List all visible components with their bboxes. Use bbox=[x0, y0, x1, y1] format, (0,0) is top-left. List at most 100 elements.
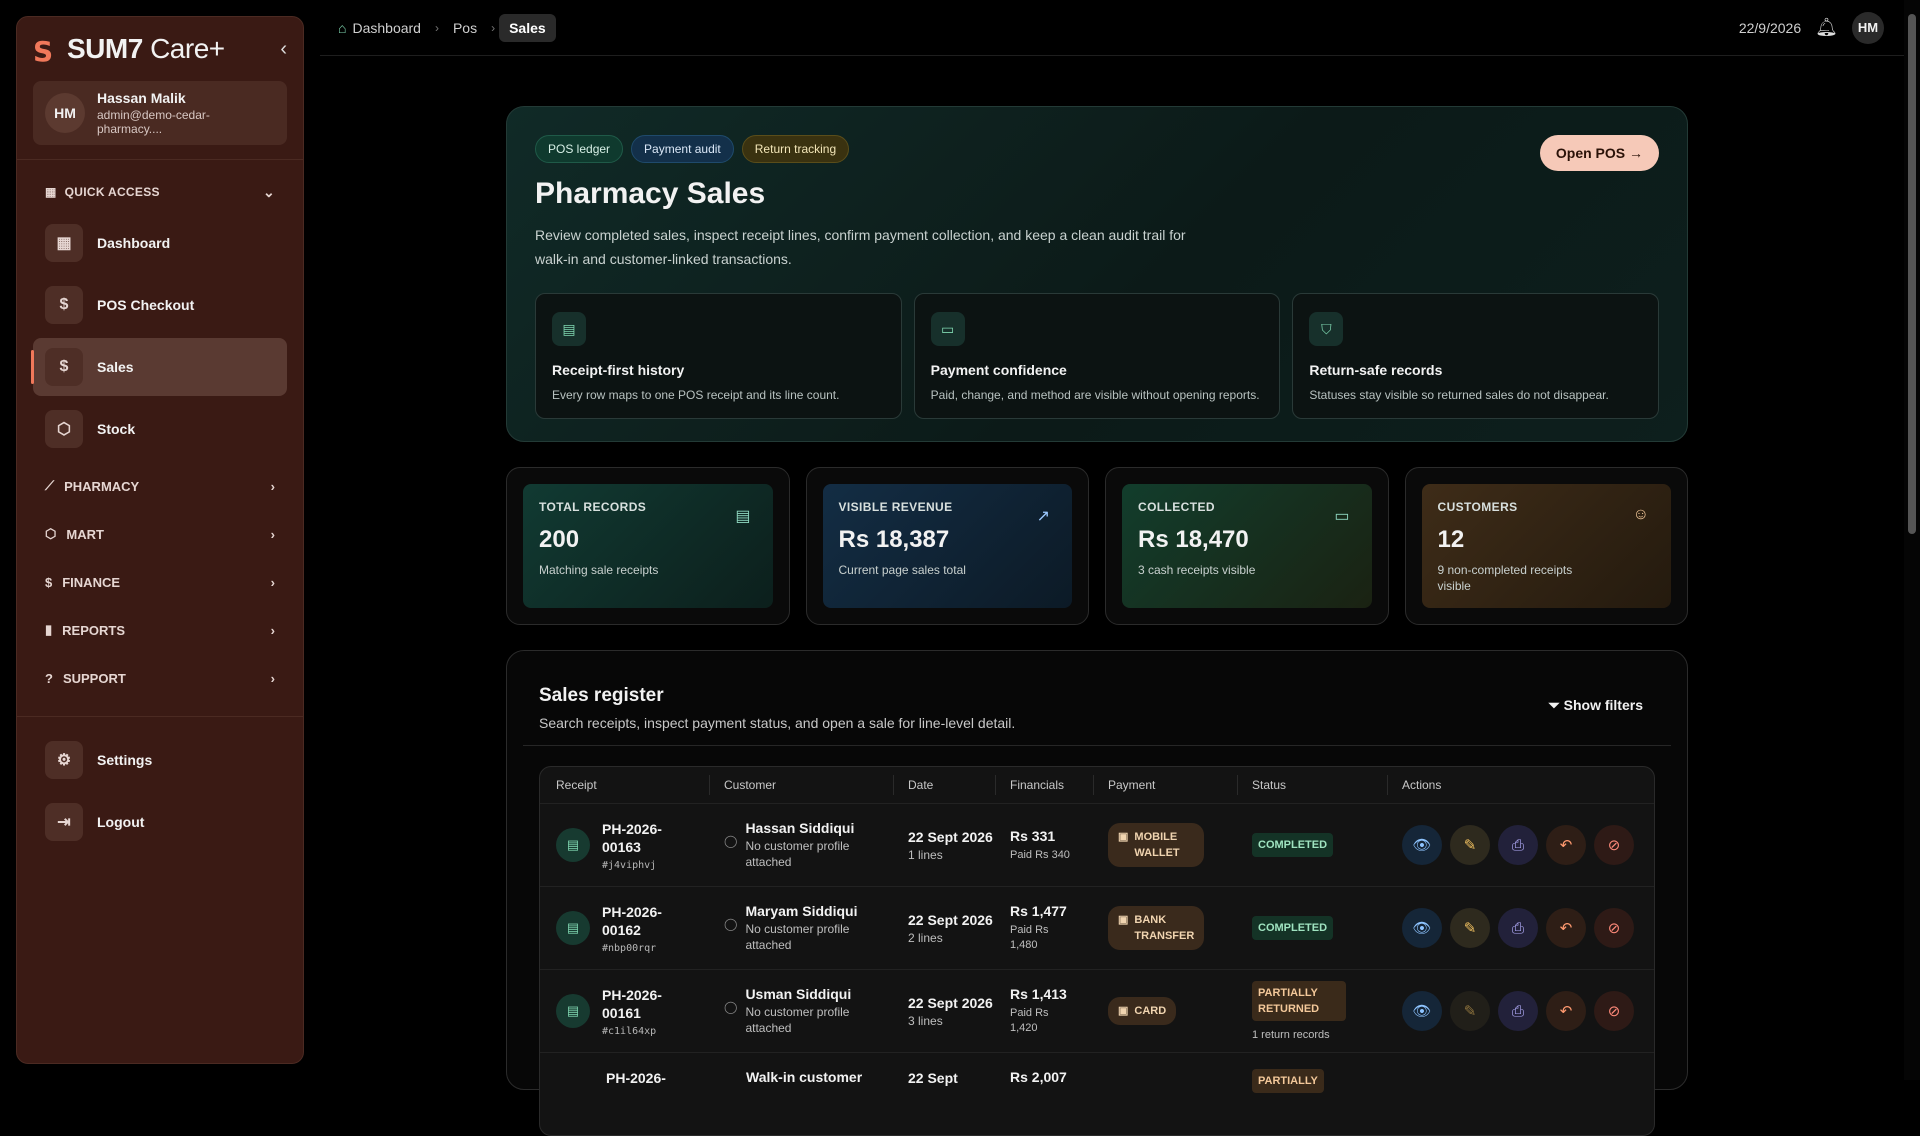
current-date: 22/9/2026 bbox=[1738, 19, 1802, 36]
feature-card: ⛉ Return-safe records Statuses stay visi… bbox=[1292, 293, 1660, 419]
column-header-status[interactable]: Status bbox=[1238, 775, 1388, 795]
edit-button[interactable]: ✎ bbox=[1450, 991, 1490, 1031]
group-label: SUPPORT bbox=[62, 670, 126, 686]
brand-name: SUM7 Care+ bbox=[67, 33, 225, 65]
sidebar-item-sales[interactable]: $ Sales bbox=[31, 338, 287, 396]
stat-sub: Current page sales total bbox=[838, 563, 966, 577]
feature-desc: Paid, change, and method are visible wit… bbox=[930, 388, 1260, 402]
chevron-right-icon: › bbox=[491, 20, 496, 35]
column-header-payment[interactable]: Payment bbox=[1094, 775, 1238, 795]
stats-row: TOTAL RECORDS 200 Matching sale receipts… bbox=[506, 467, 1688, 625]
avatar[interactable]: HM bbox=[1852, 11, 1884, 44]
view-button[interactable]: 👁︎ bbox=[1402, 991, 1442, 1031]
sidebar-group-finance[interactable]: $ FINANCE › bbox=[17, 558, 303, 606]
edit-button[interactable]: ✎ bbox=[1450, 825, 1490, 865]
page-scrollbar[interactable] bbox=[1904, 0, 1920, 1080]
sidebar-group-support[interactable]: ? SUPPORT › bbox=[17, 654, 303, 702]
bar-chart-icon: ▮ bbox=[45, 622, 53, 637]
column-header-actions: Actions bbox=[1402, 778, 1442, 792]
sidebar-item-settings[interactable]: ⚙ Settings bbox=[33, 731, 287, 789]
wallet-icon: ▣ bbox=[1118, 831, 1129, 843]
user-icon: ◯ bbox=[724, 1000, 738, 1014]
void-button[interactable]: ⊘ bbox=[1594, 825, 1634, 865]
column-header-customer[interactable]: Customer bbox=[710, 775, 894, 795]
sidebar-item-dashboard[interactable]: ▦ Dashboard bbox=[33, 214, 287, 272]
home-icon: ⌂ bbox=[338, 19, 347, 36]
stat-card-total-records: TOTAL RECORDS 200 Matching sale receipts… bbox=[506, 467, 790, 625]
quick-access-label: QUICK ACCESS bbox=[64, 185, 160, 199]
arrow-right-icon: → bbox=[1629, 145, 1643, 161]
stat-card-customers: CUSTOMERS 12 9 non-completed receipts vi… bbox=[1404, 467, 1688, 625]
payment-method: MOBILE WALLET bbox=[1134, 831, 1180, 859]
customer-sub: No customer profile attached bbox=[745, 922, 850, 952]
view-button[interactable]: 👁︎ bbox=[1402, 908, 1442, 948]
return-button[interactable]: ↶ bbox=[1546, 991, 1586, 1031]
void-button[interactable]: ⊘ bbox=[1594, 908, 1634, 948]
receipt-number[interactable]: PH-2026- bbox=[606, 1069, 686, 1087]
feature-desc: Statuses stay visible so returned sales … bbox=[1309, 388, 1609, 402]
banknote-icon: ▭ bbox=[1334, 508, 1350, 525]
payment-method-badge: ▣ BANK TRANSFER bbox=[1108, 906, 1205, 950]
user-icon: ◯ bbox=[724, 917, 738, 931]
print-button[interactable]: ⎙ bbox=[1498, 825, 1538, 865]
return-button[interactable]: ↶ bbox=[1546, 825, 1586, 865]
register-subtitle: Search receipts, inspect payment status,… bbox=[539, 715, 1016, 731]
stat-card-visible-revenue: VISIBLE REVENUE Rs 18,387 Current page s… bbox=[805, 467, 1089, 625]
show-filters-label: Show filters bbox=[1563, 697, 1643, 713]
filter-icon: ⏷ bbox=[1548, 697, 1564, 713]
column-header-financials[interactable]: Financials bbox=[996, 775, 1094, 795]
line-count: 3 lines bbox=[908, 1014, 943, 1028]
table-row[interactable]: ▤ PH-2026-00161 #c1il64xp ◯ Usman Siddiqui… bbox=[540, 969, 1654, 1052]
sidebar-item-stock[interactable]: ⬡ Stock bbox=[33, 400, 287, 458]
column-header-date[interactable]: Date bbox=[894, 775, 996, 795]
receipt-number[interactable]: PH-2026-00161 bbox=[602, 986, 682, 1022]
scrollbar-thumb[interactable] bbox=[1908, 14, 1916, 534]
customer-name: Walk-in customer bbox=[746, 1069, 863, 1085]
show-filters-button[interactable]: ⏷ Show filters bbox=[1549, 697, 1643, 714]
receipt-number[interactable]: PH-2026-00162 bbox=[602, 903, 682, 939]
stat-value: 200 bbox=[539, 526, 580, 553]
payment-method: BANK TRANSFER bbox=[1134, 914, 1195, 942]
avatar: HM bbox=[45, 93, 85, 133]
sidebar-item-logout[interactable]: ⇥ Logout bbox=[33, 793, 287, 851]
user-email: admin@demo-cedar-pharmacy.... bbox=[97, 108, 210, 136]
bell-icon[interactable]: 🔔︎ bbox=[1815, 17, 1838, 38]
receipt-number[interactable]: PH-2026-00163 bbox=[602, 820, 682, 856]
stat-label: COLLECTED bbox=[1138, 500, 1215, 514]
stat-value: Rs 18,387 bbox=[838, 526, 950, 553]
sidebar-item-pos-checkout[interactable]: $ POS Checkout bbox=[33, 276, 287, 334]
void-button[interactable]: ⊘ bbox=[1594, 991, 1634, 1031]
return-button[interactable]: ↶ bbox=[1546, 908, 1586, 948]
table-row[interactable]: ▤ PH-2026-00162 #nbp00rqr ◯ Maryam Siddiqu… bbox=[540, 886, 1654, 969]
sidebar-group-mart[interactable]: ⬡ MART › bbox=[17, 510, 303, 558]
table-row[interactable]: PH-2026- Walk-in customer 22 Sept Rs 2,0… bbox=[540, 1052, 1654, 1135]
sales-table: Receipt Customer Date Financials Payment… bbox=[539, 766, 1655, 1136]
print-button[interactable]: ⎙ bbox=[1498, 908, 1538, 948]
sidebar-group-pharmacy[interactable]: ⟋ PHARMACY › bbox=[17, 462, 303, 510]
open-pos-button[interactable]: Open POS → bbox=[1539, 135, 1659, 171]
sidebar-item-label: Stock bbox=[97, 421, 136, 437]
customer-sub: No customer profile attached bbox=[745, 839, 850, 869]
stat-value: Rs 18,470 bbox=[1138, 526, 1249, 553]
sale-amount: Rs 1,477 bbox=[1010, 903, 1067, 919]
sidebar-group-reports[interactable]: ▮ REPORTS › bbox=[17, 606, 303, 654]
edit-button[interactable]: ✎ bbox=[1450, 908, 1490, 948]
print-button[interactable]: ⎙ bbox=[1498, 991, 1538, 1031]
column-header-receipt[interactable]: Receipt bbox=[540, 775, 710, 795]
table-row[interactable]: ▤ PH-2026-00163 #j4viphvj ◯ Hassan Siddiqu… bbox=[540, 803, 1654, 886]
paid-amount: Paid Rs 340 bbox=[1010, 848, 1070, 861]
breadcrumb-pos[interactable]: Pos bbox=[443, 14, 487, 42]
collapse-sidebar-chevron-icon[interactable]: ‹ bbox=[280, 38, 287, 61]
feature-title: Return-safe records bbox=[1309, 362, 1443, 378]
payment-method: CARD bbox=[1134, 1005, 1167, 1017]
feature-card: ▤ Receipt-first history Every row maps t… bbox=[535, 293, 902, 419]
breadcrumb-dashboard[interactable]: ⌂ Dashboard bbox=[328, 14, 431, 42]
stat-label: VISIBLE REVENUE bbox=[838, 500, 953, 514]
sales-register: Sales register Search receipts, inspect … bbox=[506, 650, 1688, 1136]
chevron-right-icon: › bbox=[270, 622, 275, 638]
payment-method-badge: ▣ MOBILE WALLET bbox=[1108, 823, 1205, 867]
view-button[interactable]: 👁︎ bbox=[1402, 825, 1442, 865]
quick-access-toggle[interactable]: ▦ QUICK ACCESS ⌄ bbox=[17, 174, 303, 210]
user-card[interactable]: HM Hassan Malik admin@demo-cedar-pharmac… bbox=[33, 81, 287, 145]
sale-amount: Rs 2,007 bbox=[1010, 1069, 1067, 1085]
